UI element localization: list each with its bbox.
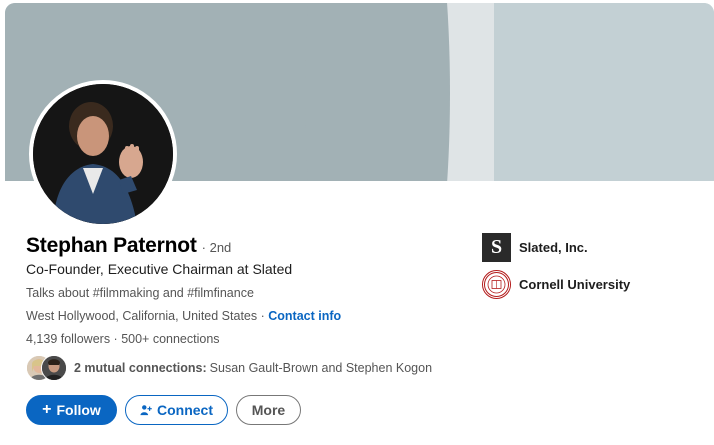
person-photo-icon (33, 84, 173, 224)
profile-card: Stephan Paternot · 2nd Co-Founder, Execu… (5, 3, 714, 445)
location-row: West Hollywood, California, United State… (26, 309, 341, 323)
stats-row: 4,139 followers · 500+ connections (26, 332, 220, 346)
avatar (41, 355, 67, 381)
connections-count[interactable]: 500+ connections (121, 332, 219, 346)
profile-organizations: S Slated, Inc. Cornell University (482, 232, 630, 306)
mutual-avatars (26, 355, 68, 381)
org-item-cornell[interactable]: Cornell University (482, 269, 630, 299)
add-person-icon (140, 405, 152, 416)
org-item-slated[interactable]: S Slated, Inc. (482, 232, 630, 262)
person-avatar-icon (42, 356, 66, 380)
profile-actions: + Follow Connect More (26, 395, 301, 425)
connection-degree: · 2nd (201, 240, 232, 255)
follow-button[interactable]: + Follow (26, 395, 117, 425)
mutual-names: Susan Gault-Brown and Stephen Kogon (209, 361, 433, 375)
profile-name: Stephan Paternot (26, 234, 197, 257)
connect-label: Connect (157, 402, 213, 418)
more-button[interactable]: More (236, 395, 301, 425)
follow-label: Follow (56, 402, 101, 418)
location-text: West Hollywood, California, United State… (26, 309, 258, 323)
talks-about: Talks about #filmmaking and #filmfinance (26, 286, 254, 300)
connect-button[interactable]: Connect (125, 395, 228, 425)
org-name: Cornell University (519, 276, 631, 292)
stats-separator: · (110, 332, 122, 346)
slated-logo-icon: S (482, 232, 511, 262)
profile-photo[interactable] (29, 80, 177, 228)
mutual-connections[interactable]: 2 mutual connections: Susan Gault-Brown … (26, 355, 432, 381)
plus-icon: + (42, 401, 52, 418)
org-name: Slated, Inc. (519, 239, 588, 255)
mutual-count: 2 mutual connections: (74, 361, 207, 375)
followers-count[interactable]: 4,139 followers (26, 332, 110, 346)
location-separator: · (257, 309, 269, 323)
more-label: More (251, 402, 286, 418)
contact-info-link[interactable]: Contact info (268, 309, 341, 323)
cornell-seal-icon (482, 269, 511, 299)
profile-headline: Co-Founder, Executive Chairman at Slated (26, 261, 293, 277)
